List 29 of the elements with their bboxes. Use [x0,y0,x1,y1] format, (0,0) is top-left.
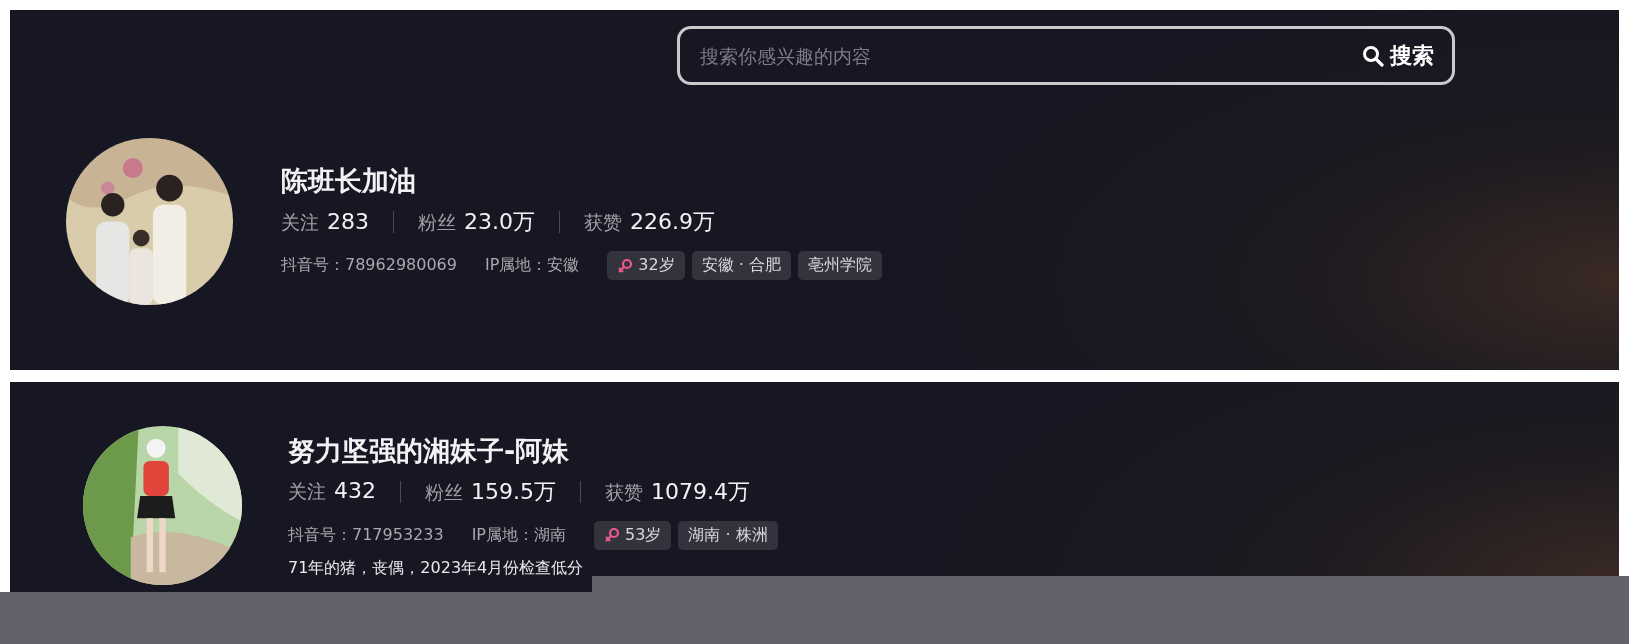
info-tag: 安徽 · 合肥 [691,251,791,280]
stat-value: 432 [334,478,376,503]
stat-value: 23.0万 [464,208,535,236]
stat-value: 283 [327,208,369,234]
stat-label: 关注 [288,479,326,504]
age-tag: 53岁 [594,520,672,550]
stat-value: 226.9万 [630,208,715,236]
female-icon [604,527,620,543]
stat-label: 关注 [281,209,319,235]
account-id: 抖音号：78962980069 [281,255,457,276]
bio-text: 71年的猪，丧偶，2023年4月份检查低分 [288,557,585,579]
stat-label: 获赞 [584,210,622,235]
stat-value: 1079.4万 [651,477,750,506]
ip-location: IP属地：安徽 [485,255,580,276]
search-icon [1362,44,1384,67]
age-tag: 32岁 [607,251,685,280]
info-tag: 湖南 · 株洲 [678,520,778,550]
stat-value: 159.5万 [471,477,556,506]
search-button[interactable]: 搜索 [1362,40,1434,71]
info-tag: 亳州学院 [798,251,882,280]
stat-label: 获赞 [605,479,643,505]
user-name: 努力坚强的湘妹子-阿妹 [288,433,571,468]
ip-location: IP属地：湖南 [471,524,566,546]
account-id: 抖音号：717953233 [288,524,444,546]
user-name: 陈班长加油 [281,164,417,198]
stat-label: 粉丝 [425,479,463,505]
female-icon [617,257,634,274]
stat-label: 粉丝 [418,210,456,235]
search-field[interactable]: 搜索你感兴趣的内容 搜索 [677,26,1455,85]
